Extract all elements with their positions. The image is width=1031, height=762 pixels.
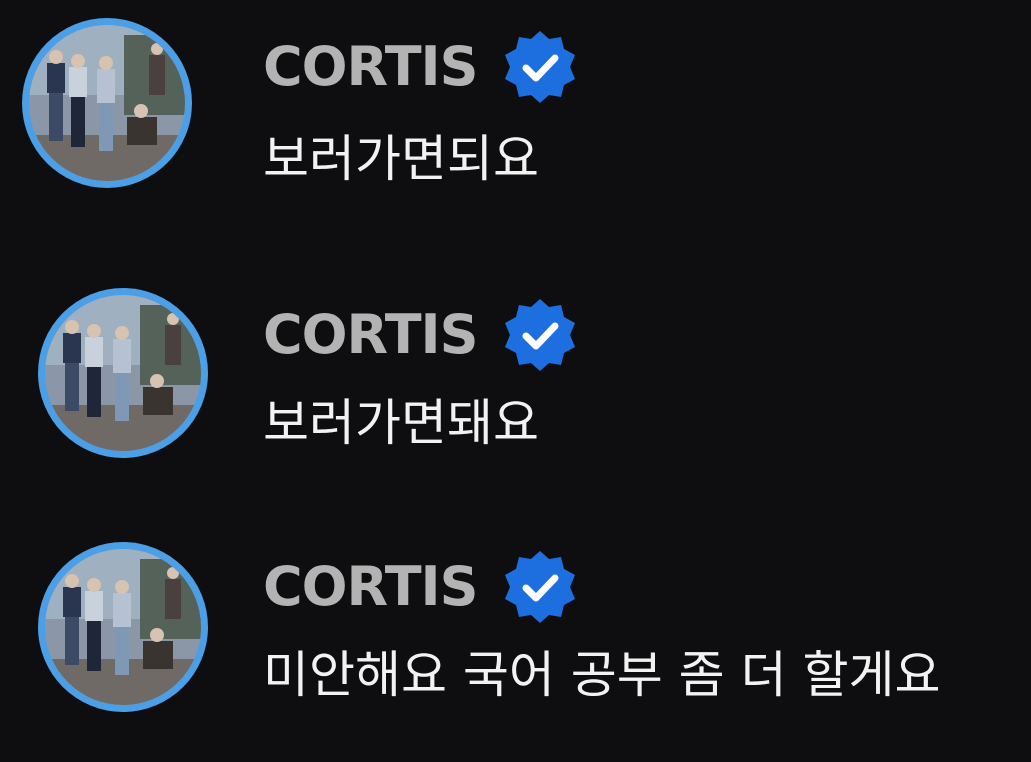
message-item: CORTIS 보러가면돼요 <box>0 270 1031 470</box>
username[interactable]: CORTIS <box>263 560 479 614</box>
message-item: CORTIS 보러가면되요 <box>0 0 1031 200</box>
verified-badge-icon <box>504 299 575 371</box>
username-row: CORTIS <box>263 551 580 623</box>
avatar-image <box>29 25 185 181</box>
message-feed: CORTIS 보러가면되요 CORTIS 보러가면돼요 CORTIS 미안해요 … <box>0 0 1031 762</box>
group-photo-image <box>45 295 201 451</box>
verified-badge-icon <box>504 31 575 103</box>
avatar[interactable] <box>38 542 208 712</box>
message-text: 보러가면되요 <box>263 130 539 188</box>
message-item: CORTIS 미안해요 국어 공부 좀 더 할게요 <box>0 524 1031 724</box>
verified-badge-icon <box>504 551 575 623</box>
message-text: 보러가면돼요 <box>263 394 539 452</box>
group-photo-image <box>29 25 185 181</box>
message-text: 미안해요 국어 공부 좀 더 할게요 <box>263 646 941 704</box>
username[interactable]: CORTIS <box>263 40 479 94</box>
avatar[interactable] <box>38 288 208 458</box>
group-photo-image <box>45 549 201 705</box>
avatar-image <box>45 549 201 705</box>
avatar[interactable] <box>22 18 192 188</box>
username-row: CORTIS <box>263 31 580 103</box>
username-row: CORTIS <box>263 299 580 371</box>
avatar-image <box>45 295 201 451</box>
username[interactable]: CORTIS <box>263 308 479 362</box>
